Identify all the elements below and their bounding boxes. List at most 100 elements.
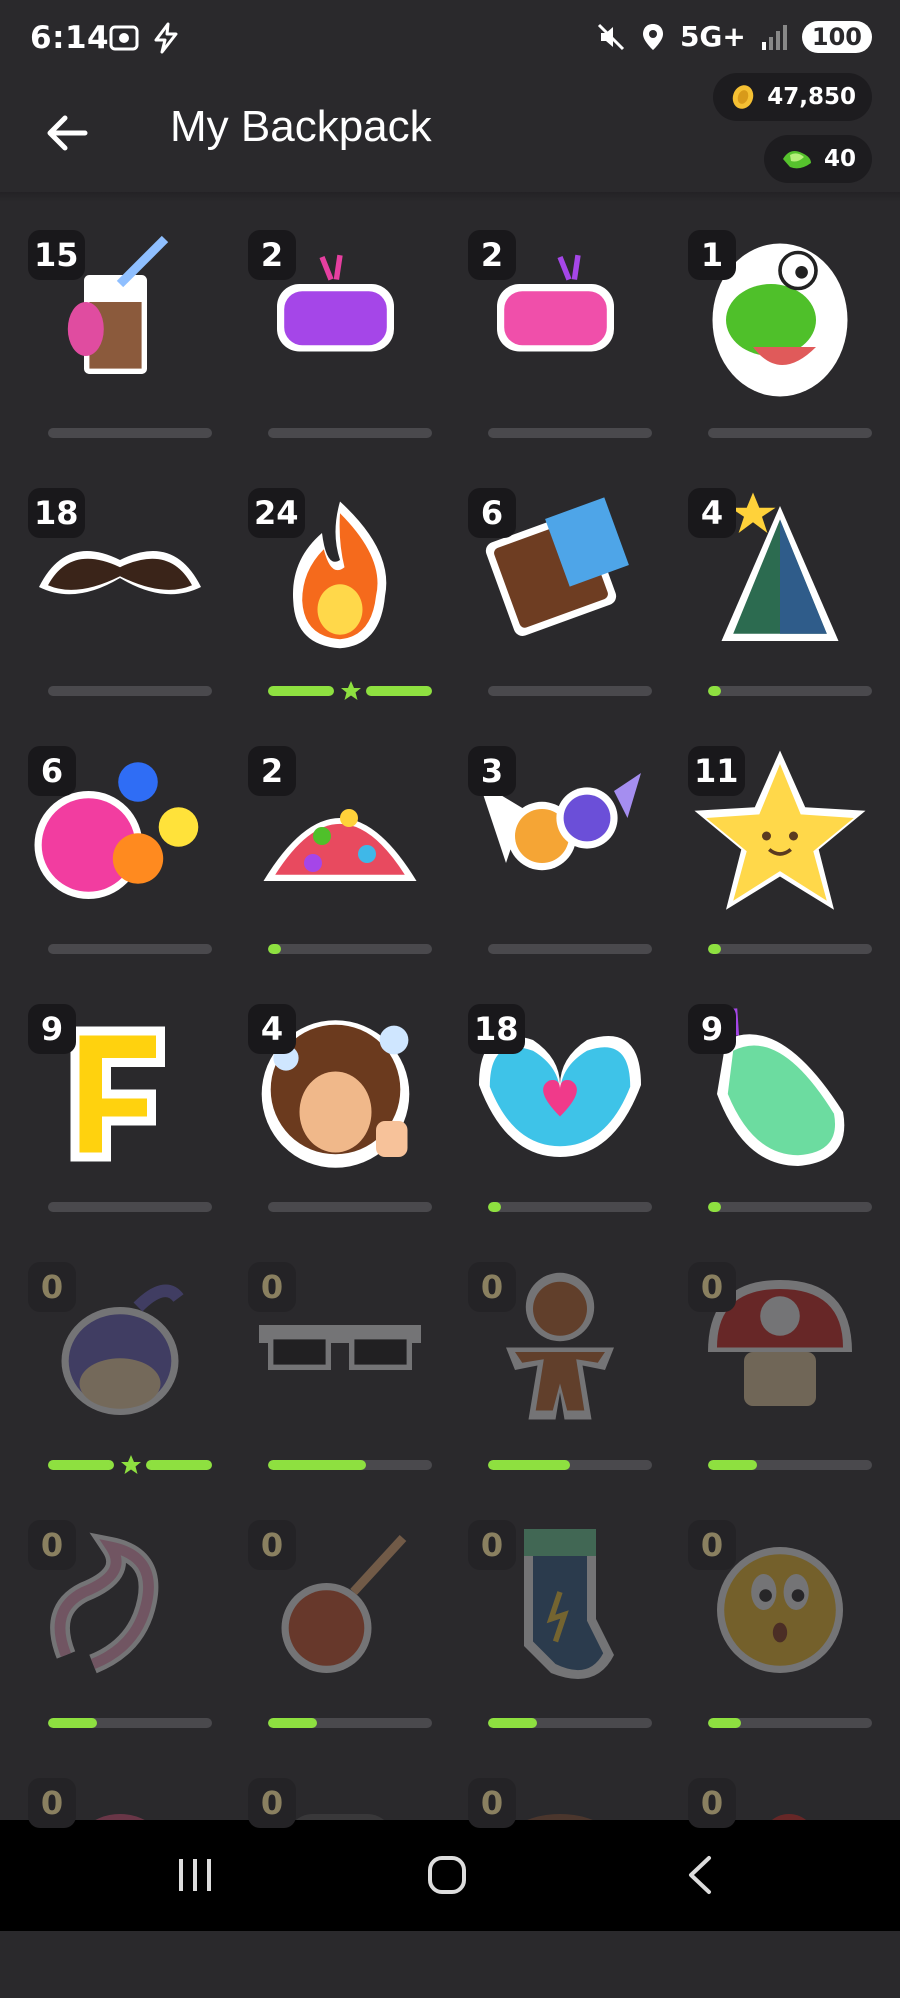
item-count-badge: 0: [28, 1520, 76, 1570]
location-icon: [642, 23, 663, 50]
system-nav-bar: [0, 1820, 900, 1931]
progress-bar: [708, 686, 872, 696]
status-bar: 6:14 5G+ 100: [0, 0, 900, 80]
header-divider: [0, 192, 900, 202]
coin-balance[interactable]: 47,850: [713, 73, 872, 121]
progress-fill: [268, 944, 282, 954]
backpack-item-meteor[interactable]: 0: [240, 1510, 440, 1740]
progress-fill: [268, 1718, 318, 1728]
recent-apps-button[interactable]: [155, 1840, 235, 1910]
item-count-badge: 0: [688, 1778, 736, 1828]
progress-bar: [268, 944, 432, 954]
item-count-badge: 0: [468, 1520, 516, 1570]
backpack-item-pixel-sunglasses[interactable]: 0: [240, 1252, 440, 1482]
progress-fill: [708, 944, 722, 954]
backpack-item-purple-fist[interactable]: 2: [240, 220, 440, 450]
item-count-badge: 18: [468, 1004, 525, 1054]
backpack-item-heart-hands[interactable]: 18: [460, 994, 660, 1224]
backpack-item-worried-face[interactable]: 0: [680, 1510, 880, 1740]
item-count-badge: 2: [468, 230, 516, 280]
backpack-item-green-dinosaur[interactable]: 1: [680, 220, 880, 450]
item-count-badge: 2: [248, 746, 296, 796]
item-count-badge: 0: [28, 1262, 76, 1312]
item-count-badge: 9: [688, 1004, 736, 1054]
progress-bar: [268, 428, 432, 438]
backpack-item-smiling-star[interactable]: 11: [680, 736, 880, 966]
backpack-item-letter-f[interactable]: 9: [20, 994, 220, 1224]
backpack-item-mustache[interactable]: 18: [20, 478, 220, 708]
item-count-badge: 4: [248, 1004, 296, 1054]
back-button[interactable]: [36, 102, 98, 164]
backpack-item-pink-fist[interactable]: 2: [460, 220, 660, 450]
backpack-item-iced-chocolate-drink[interactable]: 15: [20, 220, 220, 450]
item-count-badge: 15: [28, 230, 85, 280]
backpack-item-chocolate-bar[interactable]: 6: [460, 478, 660, 708]
progress-bar: [48, 944, 212, 954]
back-nav-button[interactable]: [660, 1840, 740, 1910]
backpack-item-gingerbread-man[interactable]: 0: [460, 1252, 660, 1482]
screenshot-icon: [109, 25, 139, 51]
progress-fill: [708, 686, 722, 696]
backpack-item-gumballs[interactable]: 6: [20, 736, 220, 966]
progress-bar-complete: [268, 680, 432, 702]
network-label: 5G+: [679, 20, 746, 53]
backpack-item-clapping-hands[interactable]: 9: [680, 994, 880, 1224]
progress-bar: [268, 1202, 432, 1212]
backpack-item-pufferfish[interactable]: 0: [20, 1252, 220, 1482]
page-title: My Backpack: [170, 102, 432, 151]
progress-bar-complete: [48, 1454, 212, 1476]
backpack-item-bob-ross[interactable]: 4: [240, 994, 440, 1224]
backpack-item-sprinkle-streamer[interactable]: 0: [20, 1510, 220, 1740]
backpack-item-christmas-tree[interactable]: 4: [680, 478, 880, 708]
item-count-badge: 0: [688, 1262, 736, 1312]
progress-bar: [488, 1202, 652, 1212]
coin-icon: [732, 85, 754, 109]
backpack-item-mushroom[interactable]: 0: [680, 1252, 880, 1482]
progress-bar: [708, 944, 872, 954]
item-count-badge: 4: [688, 488, 736, 538]
status-right: 5G+ 100: [596, 20, 872, 53]
item-count-badge: 6: [28, 746, 76, 796]
item-count-badge: 0: [248, 1262, 296, 1312]
home-button[interactable]: [407, 1840, 487, 1910]
backpack-item-stocking[interactable]: 0: [460, 1510, 660, 1740]
item-count-badge: 0: [688, 1520, 736, 1570]
progress-bar: [48, 686, 212, 696]
star-icon: [340, 680, 362, 702]
item-count-badge: 0: [248, 1778, 296, 1828]
progress-bar: [488, 944, 652, 954]
progress-bar: [48, 428, 212, 438]
gem-balance[interactable]: 40: [763, 135, 872, 183]
backpack-item-fire[interactable]: 24: [240, 478, 440, 708]
item-count-badge: 3: [468, 746, 516, 796]
progress-bar: [488, 686, 652, 696]
flash-icon: [154, 22, 178, 54]
progress-bar: [708, 1202, 872, 1212]
signal-icon: [761, 24, 787, 50]
progress-fill: [708, 1718, 741, 1728]
item-count-badge: 1: [688, 230, 736, 280]
progress-fill: [708, 1202, 722, 1212]
progress-fill: [48, 1718, 98, 1728]
item-count-badge: 2: [248, 230, 296, 280]
status-time: 6:14: [30, 20, 110, 56]
progress-bar: [488, 1718, 652, 1728]
gem-count: 40: [823, 146, 856, 172]
progress-fill: [488, 1460, 570, 1470]
progress-bar: [48, 1202, 212, 1212]
backpack-item-wrapped-candies[interactable]: 3: [460, 736, 660, 966]
star-icon: [120, 1454, 142, 1476]
item-count-badge: 18: [28, 488, 85, 538]
recent-apps-icon: [179, 1859, 211, 1891]
progress-fill: [268, 1460, 367, 1470]
status-left-icons: [108, 22, 182, 54]
progress-fill: [708, 1460, 758, 1470]
item-count-badge: 0: [468, 1778, 516, 1828]
backpack-item-jelly-beans[interactable]: 2: [240, 736, 440, 966]
progress-fill: [488, 1718, 538, 1728]
progress-fill: [488, 1202, 502, 1212]
item-count-badge: 0: [248, 1520, 296, 1570]
progress-bar: [708, 428, 872, 438]
progress-bar: [268, 1460, 432, 1470]
coin-count: 47,850: [767, 84, 856, 110]
